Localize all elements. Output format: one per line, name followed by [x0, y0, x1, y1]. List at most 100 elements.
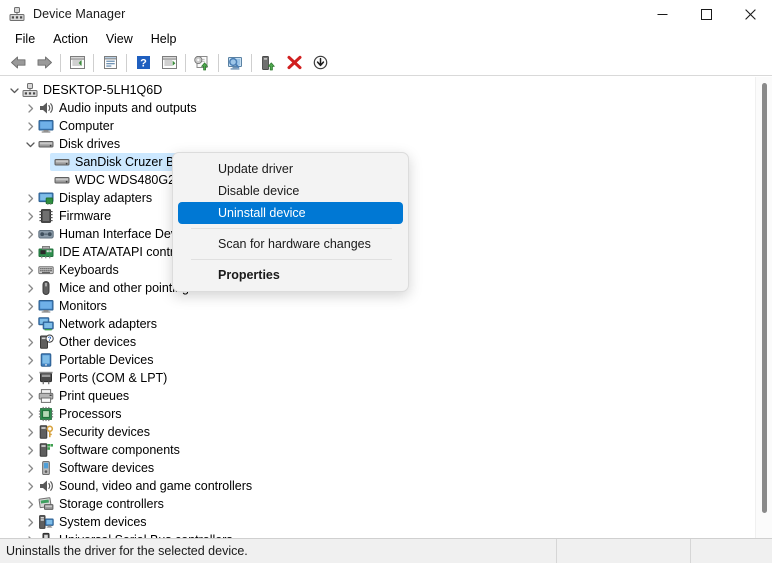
usb-controller-icon — [38, 532, 54, 538]
tree-item[interactable]: Security devices — [0, 423, 772, 441]
tree-item-label: IDE ATA/ATAPI contro — [59, 245, 182, 259]
tree-item[interactable]: Portable Devices — [0, 351, 772, 369]
tree-item-label: Ports (COM & LPT) — [59, 371, 168, 385]
chevron-right-icon[interactable] — [22, 495, 38, 513]
tree-item-content: Portable Devices — [0, 351, 154, 369]
context-menu-item[interactable]: Scan for hardware changes — [178, 233, 403, 255]
svg-text:?: ? — [140, 58, 147, 70]
chevron-right-icon[interactable] — [22, 513, 38, 531]
tree-item-content: Ports (COM & LPT) — [0, 369, 167, 387]
chevron-right-icon[interactable] — [22, 405, 38, 423]
tree-item[interactable]: Universal Serial Bus controllers — [0, 531, 772, 538]
chevron-right-icon[interactable] — [22, 423, 38, 441]
menu-view[interactable]: View — [97, 29, 142, 49]
tree-item[interactable]: Storage controllers — [0, 495, 772, 513]
forward-arrow-icon[interactable] — [31, 51, 57, 75]
chevron-down-icon[interactable] — [6, 81, 22, 99]
software-component-icon — [38, 442, 54, 458]
vertical-scrollbar-thumb[interactable] — [762, 83, 767, 513]
chevron-right-icon[interactable] — [22, 207, 38, 225]
chevron-right-icon[interactable] — [22, 315, 38, 333]
printer-icon — [38, 388, 54, 404]
tree-item[interactable]: Software devices — [0, 459, 772, 477]
tree-item[interactable]: Processors — [0, 405, 772, 423]
tree-item-content: Security devices — [0, 423, 150, 441]
close-button[interactable] — [728, 0, 772, 28]
context-menu-separator — [191, 228, 392, 229]
tree-item-content: Disk drives — [0, 135, 120, 153]
tree-item[interactable]: Audio inputs and outputs — [0, 99, 772, 117]
chevron-down-icon[interactable] — [22, 135, 38, 153]
properties-icon[interactable] — [97, 51, 123, 75]
tree-item-label: Audio inputs and outputs — [59, 101, 197, 115]
tree-item[interactable]: Sound, video and game controllers — [0, 477, 772, 495]
help-icon[interactable]: ? — [130, 51, 156, 75]
chevron-right-icon[interactable] — [22, 225, 38, 243]
chevron-right-icon[interactable] — [22, 243, 38, 261]
status-message: Uninstalls the driver for the selected d… — [6, 544, 248, 558]
portable-device-icon — [38, 352, 54, 368]
context-menu-item[interactable]: Update driver — [178, 158, 403, 180]
tree-item[interactable]: Disk drives — [0, 135, 772, 153]
tree-item-label: SanDisk Cruzer Bl — [75, 155, 178, 169]
tree-item[interactable]: Ports (COM & LPT) — [0, 369, 772, 387]
status-cell-2 — [556, 539, 690, 563]
back-arrow-icon[interactable] — [5, 51, 31, 75]
context-menu-item[interactable]: Disable device — [178, 180, 403, 202]
menu-action[interactable]: Action — [44, 29, 97, 49]
chevron-right-icon[interactable] — [22, 297, 38, 315]
tree-item-content: Display adapters — [0, 189, 152, 207]
system-device-icon — [38, 514, 54, 530]
enable-device-icon[interactable] — [255, 51, 281, 75]
device-tree-panel[interactable]: DESKTOP-5LH1Q6D Audio inputs and outputs C… — [0, 77, 772, 538]
computer-root-icon — [22, 82, 38, 98]
tree-item-content: IDE ATA/ATAPI contro — [0, 243, 181, 261]
title-bar: Device Manager — [0, 0, 772, 28]
chevron-right-icon[interactable] — [22, 117, 38, 135]
window-controls — [640, 0, 772, 28]
tree-item[interactable]: Computer — [0, 117, 772, 135]
minimize-button[interactable] — [640, 0, 684, 28]
disk-drive-icon — [38, 136, 54, 152]
context-menu[interactable]: Update driver Disable device Uninstall dev… — [172, 152, 409, 292]
context-menu-item[interactable]: Uninstall device — [178, 202, 403, 224]
tree-item[interactable]: Software components — [0, 441, 772, 459]
tree-item[interactable]: Print queues — [0, 387, 772, 405]
vertical-scrollbar[interactable] — [755, 77, 772, 538]
chevron-right-icon[interactable] — [22, 333, 38, 351]
chevron-right-icon[interactable] — [22, 531, 38, 538]
view-icon[interactable] — [156, 51, 182, 75]
disable-device-icon[interactable] — [307, 51, 333, 75]
chevron-right-icon[interactable] — [22, 261, 38, 279]
uninstall-device-icon[interactable] — [281, 51, 307, 75]
tree-item[interactable]: ? Other devices — [0, 333, 772, 351]
other-device-icon: ? — [38, 334, 54, 350]
tree-item-content: Monitors — [0, 297, 107, 315]
scan-for-hardware-changes-icon[interactable] — [222, 51, 248, 75]
menu-help[interactable]: Help — [142, 29, 186, 49]
chevron-right-icon[interactable] — [22, 369, 38, 387]
maximize-button[interactable] — [684, 0, 728, 28]
tree-item[interactable]: Network adapters — [0, 315, 772, 333]
update-driver-icon[interactable] — [189, 51, 215, 75]
menu-file[interactable]: File — [6, 29, 44, 49]
context-menu-item[interactable]: Properties — [178, 264, 403, 286]
network-adapter-icon — [38, 316, 54, 332]
chevron-right-icon[interactable] — [22, 441, 38, 459]
chevron-right-icon[interactable] — [22, 279, 38, 297]
tree-item-label: Universal Serial Bus controllers — [59, 532, 233, 538]
chevron-right-icon[interactable] — [22, 459, 38, 477]
firmware-chip-icon — [38, 208, 54, 224]
tree-item-label: Sound, video and game controllers — [59, 479, 253, 493]
chevron-right-icon[interactable] — [22, 387, 38, 405]
tree-item-content: Keyboards — [0, 261, 119, 279]
chevron-right-icon[interactable] — [22, 189, 38, 207]
chevron-right-icon[interactable] — [22, 477, 38, 495]
tree-item[interactable]: System devices — [0, 513, 772, 531]
show-hide-console-tree-icon[interactable] — [64, 51, 90, 75]
tree-item[interactable]: Monitors — [0, 297, 772, 315]
chevron-right-icon[interactable] — [22, 99, 38, 117]
svg-text:?: ? — [48, 337, 52, 343]
tree-item[interactable]: DESKTOP-5LH1Q6D — [0, 81, 772, 99]
chevron-right-icon[interactable] — [22, 351, 38, 369]
